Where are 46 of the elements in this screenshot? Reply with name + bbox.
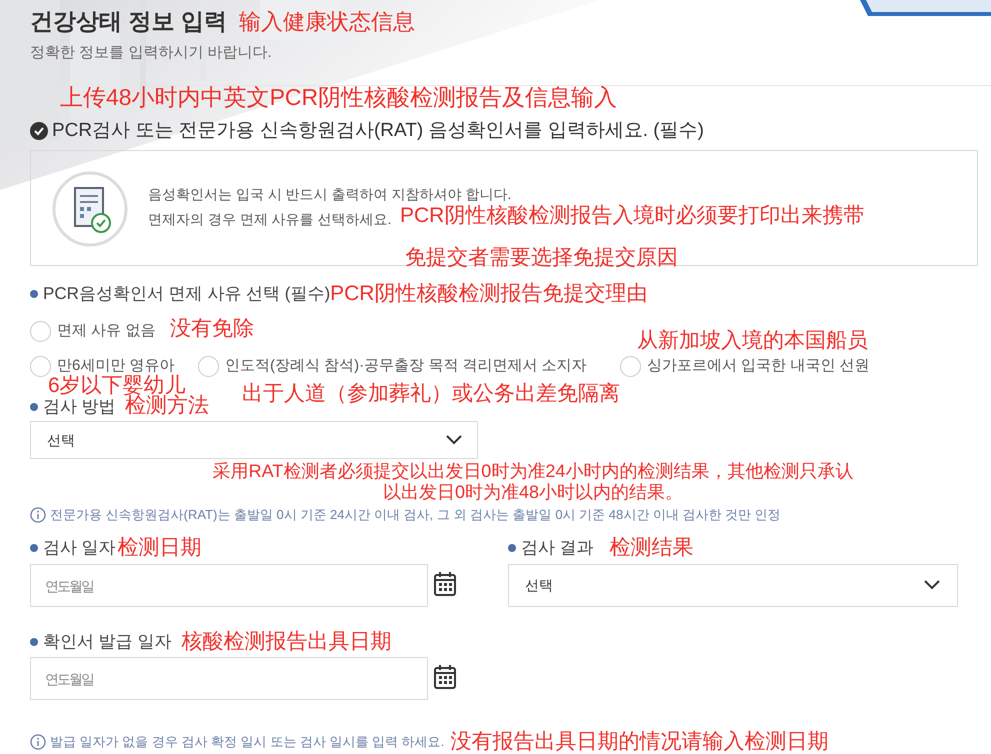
result-select[interactable]: 선택: [508, 564, 958, 607]
annotation: PCR阴性核酸检测报告免提交理由: [330, 281, 648, 307]
annotation: 检测方法: [125, 394, 209, 419]
date-field[interactable]: 연도월일: [30, 657, 428, 700]
field-label: 검사 일자: [43, 537, 116, 559]
field-label: 확인서 발급 일자: [43, 631, 172, 653]
notice-text: 면제자의 경우 면제 사유를 선택하세요.: [148, 210, 392, 229]
document-check-icon: [52, 171, 128, 247]
date-field[interactable]: 연도월일: [30, 564, 428, 607]
radio-option[interactable]: 인도적(장례식 참석)·공무출장 목적 격리면제서 소지자: [198, 355, 587, 378]
info-text: 전문가용 신속항원검사(RAT)는 출발일 0시 기준 24시간 이내 검사, 그 외 검사는 출발일 0시 기준 48시간 이내 검사한 것만 인정: [50, 506, 781, 524]
info-text: 발급 일자가 없을 경우 검사 확정 일시 또는 검사 일시를 입력 하세요.: [50, 733, 444, 751]
annotation: 没有报告出具日期的情况请输入检测日期: [450, 729, 828, 754]
field-label: 검사 결과: [521, 537, 594, 559]
radio-button[interactable]: [620, 356, 641, 377]
radio-button[interactable]: [30, 356, 51, 377]
calendar-icon[interactable]: [434, 572, 456, 596]
page-subtitle: 정확한 정보를 입력하시기 바랍니다.: [30, 43, 272, 63]
radio-option[interactable]: 면제 사유 없음: [30, 320, 156, 342]
annotation: 没有免除: [170, 316, 254, 342]
annotation: 核酸检测报告出具日期: [181, 629, 392, 655]
field-label: 검사 방법: [43, 396, 116, 418]
annotation: 免提交者需要选择免提交原因: [405, 245, 678, 271]
chevron-down-icon: [924, 580, 940, 590]
radio-option[interactable]: 싱가포르에서 입국한 내국인 선원: [620, 355, 870, 378]
annotation: 输入健康状态信息: [238, 8, 415, 36]
radio-button[interactable]: [30, 320, 51, 342]
annotation: PCR阴性核酸检测报告入境时必须要打印出来携带: [400, 203, 864, 229]
page-title: 건강상태 정보 입력: [30, 7, 227, 36]
method-select[interactable]: 선택: [30, 421, 478, 459]
annotation: 出于人道（参加葬礼）或公务出差免隔离: [242, 381, 620, 407]
calendar-icon[interactable]: [434, 665, 456, 689]
annotation: 以出发日0时为准48小时以内的结果。: [382, 482, 684, 503]
annotation: 检测日期: [118, 535, 202, 561]
radio-button[interactable]: [198, 356, 219, 377]
field-label: PCR음성확인서 면제 사유 선택 (필수): [43, 283, 330, 305]
section-heading: PCR검사 또는 전문가용 신속항원검사(RAT) 음성확인서를 입력하세요. (필수): [52, 119, 704, 143]
annotation: 上传48小时内中英文PCR阴性核酸检测报告及信息输入: [60, 83, 618, 112]
annotation: 检测结果: [610, 535, 694, 561]
check-circle-icon: [30, 122, 48, 140]
chevron-down-icon: [446, 435, 462, 445]
info-icon: [30, 734, 46, 750]
notice-text: 음성확인서는 입국 시 반드시 출력하여 지참하셔야 합니다.: [148, 185, 512, 204]
annotation: 采用RAT检测者必须提交以出发日0时为准24小时内的检测结果，其他检测只承认: [212, 461, 854, 482]
info-icon: [30, 506, 46, 523]
annotation: 从新加坡入境的本国船员: [637, 328, 868, 354]
